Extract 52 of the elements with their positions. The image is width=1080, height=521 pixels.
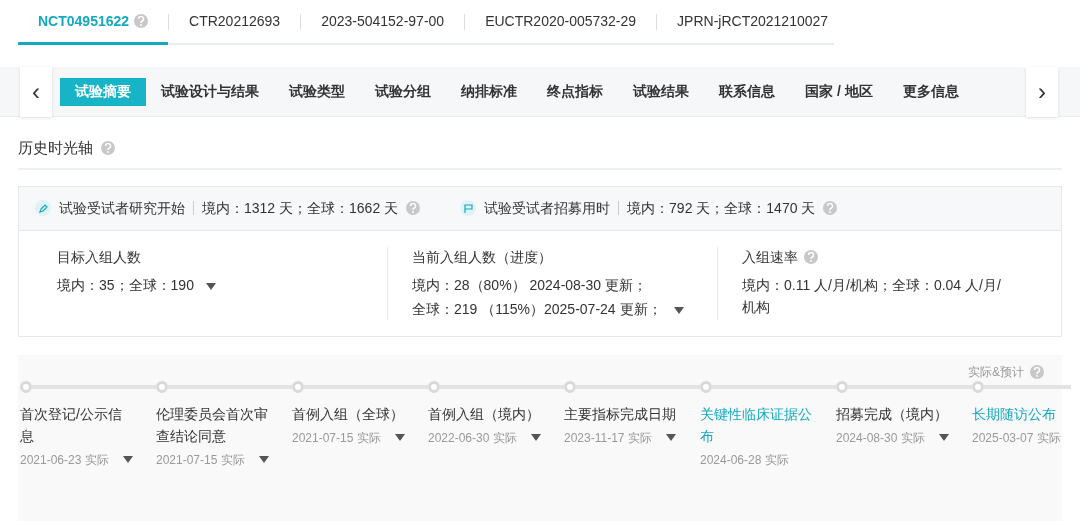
section-tab[interactable]: 终点指标 [532, 77, 618, 106]
event-title: 招募完成（境内） [836, 404, 948, 424]
event-date: 2021-07-15 实际 [156, 451, 245, 469]
legend-label: 实际&预计 [968, 363, 1024, 381]
trial-id-tab[interactable]: JPRN-jRCT2021210027 [657, 0, 849, 45]
stat-label: 目标入组人数 [57, 247, 141, 267]
event-date: 2023-11-17 实际 [564, 429, 652, 447]
stat-value: 境内：28（80%） 2024-08-30 更新； [412, 275, 647, 295]
event-title: 首例入组（全球） [292, 404, 404, 424]
caret-icon[interactable] [122, 456, 133, 463]
event-date: 2022-06-30 实际 [428, 429, 517, 447]
duration-label: 试验受试者研究开始 [59, 198, 185, 218]
caret-icon[interactable] [665, 434, 676, 441]
event-title: 伦理委员会首次审查结论同意 [156, 404, 269, 446]
event-date: 2024-08-30 实际 [836, 429, 925, 447]
trial-id-tab[interactable]: EUCTR2020-005732-29 [465, 0, 657, 45]
caret-icon[interactable] [530, 434, 541, 441]
event-date: 2025-03-07 实际 [972, 429, 1061, 447]
event-title: 首例入组（境内） [428, 404, 540, 424]
section-tab[interactable]: 试验结果 [618, 77, 704, 106]
section-tab[interactable]: 试验分组 [360, 77, 446, 106]
stat-value: 全球：219 （115%）2025-07-24 更新； [412, 299, 662, 319]
caret-icon[interactable] [938, 434, 949, 441]
event-date: 2021-06-23 实际 [20, 451, 109, 469]
stat-label: 入组速率 [742, 247, 798, 267]
stat-label: 当前入组人数（进度） [412, 247, 552, 267]
section-tab[interactable]: 联系信息 [704, 77, 790, 106]
caret-icon[interactable] [394, 434, 405, 441]
scroll-right-button[interactable]: › [1026, 66, 1058, 117]
trial-id-tab[interactable]: CTR20212693 [169, 0, 301, 45]
event-title: 首次登记/公示信息 [20, 404, 123, 446]
pen-icon [35, 200, 51, 216]
section-tab[interactable]: 纳排标准 [446, 77, 532, 106]
flag-icon [460, 200, 477, 216]
trial-id-tab[interactable]: 2023-504152-97-00 [301, 0, 465, 45]
caret-icon[interactable] [258, 456, 269, 463]
section-title: 历史时光轴 [18, 138, 93, 158]
duration-value: 境内：1312 天；全球：1662 天 [202, 198, 399, 218]
scroll-left-button[interactable]: ‹ [20, 66, 52, 117]
caret-icon[interactable] [205, 282, 216, 290]
event-title: 主要指标完成日期 [564, 404, 676, 424]
stat-value: 境内：35；全球：190 [57, 275, 194, 295]
section-tab[interactable]: 更多信息 [887, 77, 974, 106]
section-tab[interactable]: 试验设计与结果 [146, 77, 274, 106]
section-tab[interactable]: 试验类型 [274, 77, 360, 106]
event-date: 2024-06-28 实际 [700, 451, 789, 469]
event-date: 2021-07-15 实际 [292, 429, 381, 447]
caret-icon[interactable] [673, 306, 684, 314]
duration-value: 境内：792 天；全球：1470 天 [627, 198, 816, 218]
stat-value: 境内：0.11 人/月/机构；全球：0.04 人/月/机构 [742, 275, 1002, 317]
section-tab[interactable]: 国家 / 地区 [790, 77, 888, 106]
duration-label: 试验受试者招募用时 [484, 198, 611, 218]
